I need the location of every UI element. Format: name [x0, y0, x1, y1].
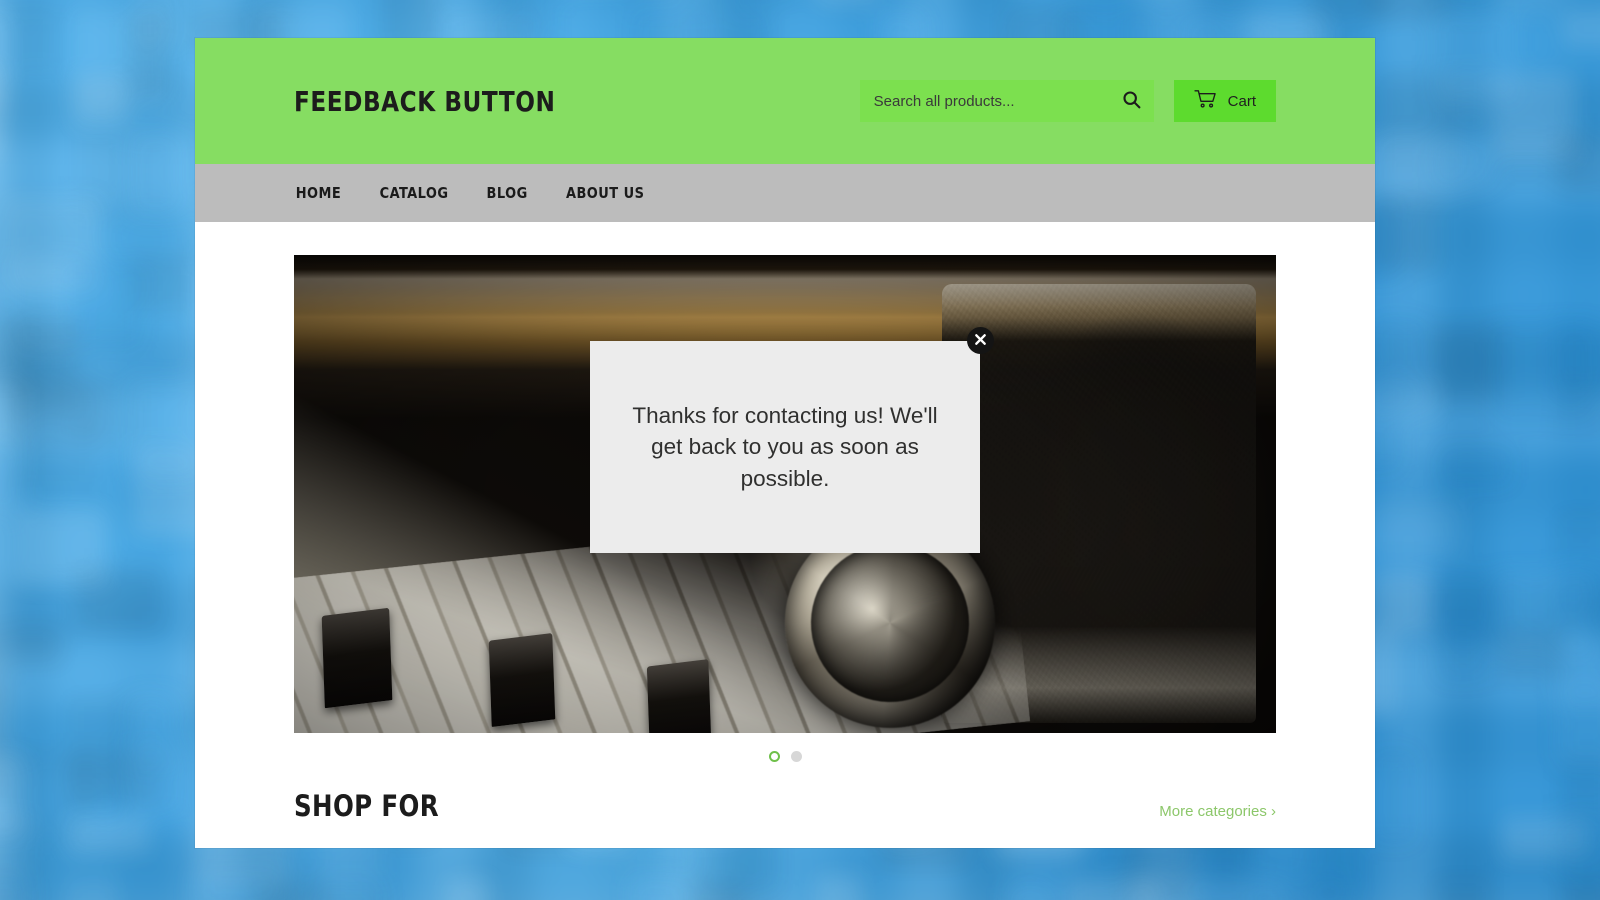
shop-section-title: SHOP FOR [294, 789, 440, 823]
modal-close-button[interactable] [967, 327, 994, 354]
piano-black-key [489, 633, 556, 728]
cart-button[interactable]: Cart [1173, 80, 1276, 122]
carousel-dot-1[interactable] [768, 750, 780, 762]
cart-label: Cart [1227, 92, 1256, 110]
nav-item-blog[interactable]: BLOG [487, 184, 528, 202]
nav-item-catalog[interactable]: CATALOG [380, 184, 449, 202]
site-header: FEEDBACK BUTTON Search all products... C… [195, 38, 1375, 164]
main-navigation: HOME CATALOG BLOG ABOUT US [195, 164, 1375, 222]
piano-black-key [646, 658, 711, 733]
close-icon [974, 333, 987, 349]
hero-carousel[interactable]: Thanks for contacting us! We'll get back… [294, 255, 1276, 733]
shop-section-header: SHOP FOR More categories › [294, 789, 1276, 823]
desktop-background: FEEDBACK BUTTON Search all products... C… [0, 0, 1600, 900]
piano-black-key [322, 608, 393, 709]
search-submit-button[interactable] [1110, 80, 1154, 122]
search-icon [1121, 89, 1142, 113]
shopping-cart-icon [1194, 89, 1218, 113]
feedback-confirmation-modal: Thanks for contacting us! We'll get back… [590, 327, 994, 553]
more-categories-link[interactable]: More categories › [1159, 803, 1276, 820]
nav-item-home[interactable]: HOME [296, 184, 342, 202]
header-actions: Cart [859, 80, 1276, 122]
search-bar[interactable] [859, 80, 1154, 122]
carousel-dot-2[interactable] [790, 750, 802, 762]
main-content: Thanks for contacting us! We'll get back… [195, 255, 1375, 848]
carousel-dots [294, 745, 1276, 767]
nav-item-about-us[interactable]: ABOUT US [566, 184, 644, 202]
modal-message: Thanks for contacting us! We'll get back… [632, 403, 938, 491]
browser-viewport: FEEDBACK BUTTON Search all products... C… [195, 38, 1375, 848]
site-logo[interactable]: FEEDBACK BUTTON [294, 85, 555, 118]
search-input[interactable] [859, 80, 1110, 122]
